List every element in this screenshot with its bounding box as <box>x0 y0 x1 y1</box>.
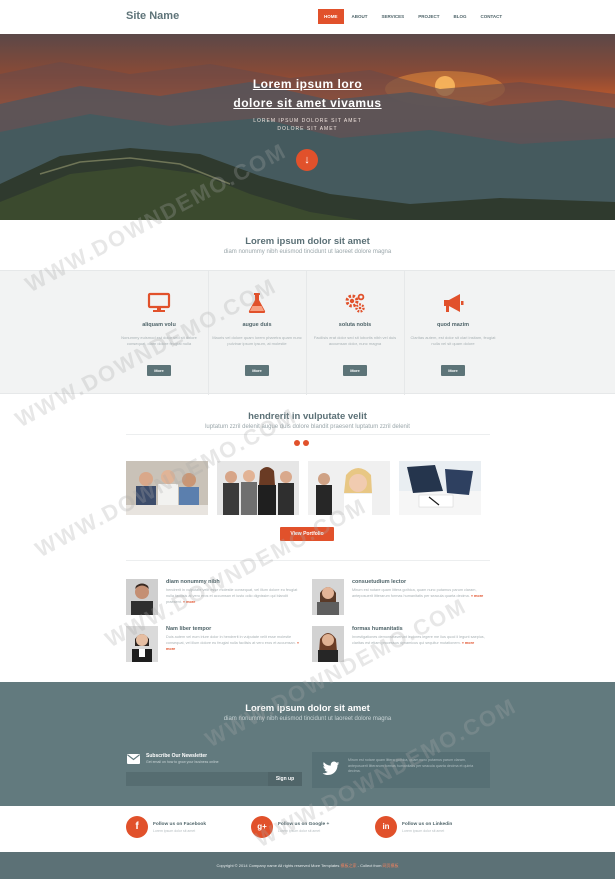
copyright-text: Copyright © 2014 Company name All rights… <box>216 863 399 868</box>
feature-title: aliquam volu <box>142 322 176 328</box>
team-member: consuetudium lector Mirum est notare qua… <box>312 579 492 619</box>
read-more-link[interactable]: » more <box>183 600 195 604</box>
feature-card: aliquam volu Nonummy euismod est dolor s… <box>110 271 208 395</box>
top-navbar: Site Name HOME ABOUT SERVICES PROJECT BL… <box>0 0 615 34</box>
twitter-bird-icon <box>322 761 340 775</box>
portfolio-title: hendrerit in vulputate velit <box>248 411 367 422</box>
footer: Copyright © 2014 Company name All rights… <box>0 852 615 879</box>
feature-text: Nonummy euismod est dolor sed sit dolore… <box>121 335 197 346</box>
collect-link[interactable]: 网页模板 <box>383 863 399 868</box>
carousel-prev-button[interactable] <box>294 440 300 446</box>
member-name: consuetudium lector <box>352 579 407 585</box>
divider <box>126 434 490 435</box>
monitor-icon <box>147 292 171 312</box>
social-title[interactable]: Follow us on Facebook <box>153 822 206 827</box>
social-section: f Follow us on Facebook Lorem ipsum dolo… <box>0 806 615 852</box>
tweet-text: Mirum est notare quam littera gothica, q… <box>348 758 474 773</box>
feature-title: quod mazim <box>436 322 470 328</box>
portfolio-subtitle: luptatum zzril delenit augue duis dolore… <box>205 424 410 430</box>
hero-subtitle-line1: LOREM IPSUM DOLORE SIT AMET <box>253 118 362 124</box>
flask-icon <box>248 293 266 313</box>
read-more-link[interactable]: » more <box>462 641 474 645</box>
social-title[interactable]: Follow us on Google + <box>278 822 329 827</box>
menu-item-blog[interactable]: BLOG <box>447 9 472 24</box>
view-portfolio-button[interactable]: View Portfolio <box>280 527 334 541</box>
member-bio: Mirum est notare quam littera gothica, q… <box>352 588 484 598</box>
menu-item-home[interactable]: HOME <box>318 9 344 24</box>
gears-icon <box>345 293 365 313</box>
main-menu: HOME ABOUT SERVICES PROJECT BLOG CONTACT <box>318 9 508 24</box>
hero-title-line1: Lorem ipsum loro <box>252 77 363 91</box>
portfolio-image[interactable] <box>217 461 299 515</box>
member-name: formas humanitatis <box>352 626 403 632</box>
feature-card: augue duis Mauris vel dolore quam lorem … <box>208 271 306 395</box>
site-logo[interactable]: Site Name <box>126 10 179 22</box>
newsletter-section-title: Lorem ipsum dolor sit amet <box>245 703 370 714</box>
social-subtitle: Lorem ipsum dolor sit amet <box>402 829 445 833</box>
avatar <box>312 579 344 615</box>
twitter-feed: Mirum est notare quam littera gothica, q… <box>312 752 490 788</box>
templates-link[interactable]: 模板之家 <box>341 863 357 868</box>
newsletter-section: Lorem ipsum dolor sit amet diam nonummy … <box>0 682 615 806</box>
feature-more-button[interactable]: More <box>245 365 269 376</box>
social-subtitle: Lorem ipsum dolor sit amet <box>278 829 321 833</box>
social-subtitle: Lorem ipsum dolor sit amet <box>153 829 196 833</box>
feature-card: quod mazim Claritas autem, est dolor sit… <box>404 271 502 395</box>
feature-text: Facilisis erat dolor sed sit lobortis ni… <box>313 335 397 346</box>
member-name: Nam liber tempor <box>166 626 212 632</box>
member-bio: Duis autem vel eum iriure dolor in hendr… <box>166 635 299 651</box>
feature-title: augue duis <box>242 322 272 328</box>
hero-subtitle-line2: DOLORE SIT AMET <box>277 126 338 132</box>
avatar <box>312 626 344 662</box>
menu-item-about[interactable]: ABOUT <box>346 9 374 24</box>
hero-title-line2: dolore sit amet vivamus <box>233 96 382 110</box>
feature-more-button[interactable]: More <box>147 365 171 376</box>
menu-item-services[interactable]: SERVICES <box>376 9 411 24</box>
linkedin-icon[interactable]: in <box>375 816 397 838</box>
newsletter-section-subtitle: diam nonummy nibh euismod tincidunt ut l… <box>223 716 392 722</box>
team-member: diam nonummy nibh hendrerit in vulputate… <box>126 579 306 619</box>
megaphone-icon <box>444 294 464 312</box>
carousel-controls <box>294 440 309 446</box>
member-name: diam nonummy nibh <box>166 579 220 585</box>
feature-card: soluta nobis Facilisis erat dolor sed si… <box>306 271 404 395</box>
team-member: formas humanitatis Investigationes demon… <box>312 626 492 666</box>
intro-subtitle: diam nonummy nibh euismod tincidunt ut l… <box>223 249 392 255</box>
member-bio: hendrerit in vulputate velit esse molest… <box>166 588 298 604</box>
features-section: aliquam volu Nonummy euismod est dolor s… <box>0 270 615 395</box>
read-more-link[interactable]: » more <box>471 594 483 598</box>
portfolio-image[interactable] <box>126 461 208 515</box>
member-bio: Investigationes demonstraverunt lectores… <box>352 635 485 645</box>
portfolio-image[interactable] <box>399 461 481 515</box>
team-member: Nam liber tempor Duis autem vel eum iriu… <box>126 626 306 666</box>
feature-text: Claritas autem, est dolor sit clari insi… <box>410 335 496 346</box>
google-plus-icon[interactable]: g+ <box>251 816 273 838</box>
facebook-icon[interactable]: f <box>126 816 148 838</box>
intro-title: Lorem ipsum dolor sit amet <box>245 236 370 247</box>
portfolio-image[interactable] <box>308 461 390 515</box>
divider <box>126 560 490 561</box>
envelope-icon <box>127 754 140 764</box>
signup-button[interactable]: Sign up <box>268 772 302 786</box>
feature-text: Mauris vel dolore quam lorem pharetra qu… <box>212 335 302 346</box>
feature-title: soluta nobis <box>338 322 372 328</box>
hero-banner: Lorem ipsum loro dolore sit amet vivamus… <box>0 34 615 220</box>
carousel-next-button[interactable] <box>303 440 309 446</box>
page: Site Name HOME ABOUT SERVICES PROJECT BL… <box>0 0 615 879</box>
newsletter-email-input[interactable] <box>126 772 268 786</box>
avatar <box>126 626 158 662</box>
newsletter-title: Subscribe Our Newsletter <box>146 753 208 759</box>
scroll-down-button[interactable]: ↓ <box>296 149 318 171</box>
feature-more-button[interactable]: More <box>441 365 465 376</box>
menu-item-contact[interactable]: CONTACT <box>474 9 508 24</box>
social-title[interactable]: Follow us on Linkedin <box>402 822 452 827</box>
feature-more-button[interactable]: More <box>343 365 367 376</box>
avatar <box>126 579 158 615</box>
menu-item-project[interactable]: PROJECT <box>412 9 445 24</box>
newsletter-subtitle: Get email on how to grow your business o… <box>146 760 219 764</box>
